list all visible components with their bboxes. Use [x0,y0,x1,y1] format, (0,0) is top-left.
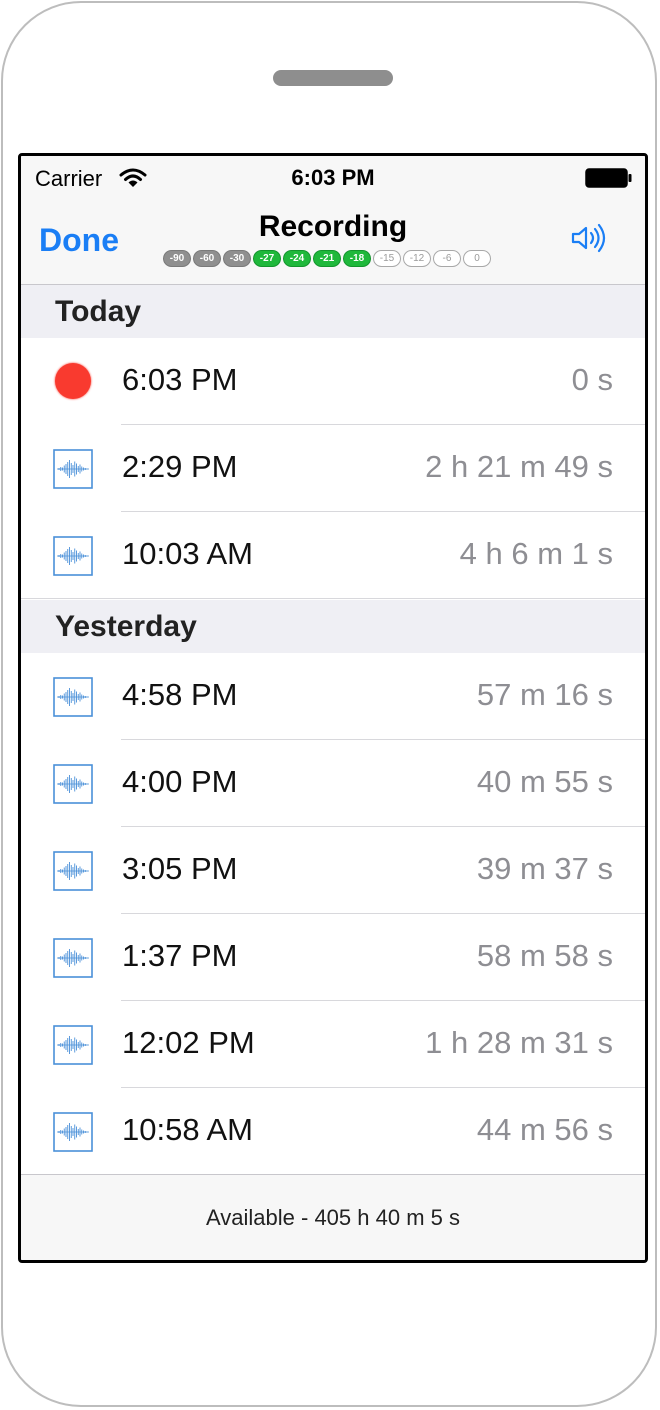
speaker-volume-icon[interactable] [569,222,609,254]
level-meter-segment: -15 [373,250,401,267]
waveform-icon [53,1025,93,1065]
earpiece-speaker [273,70,393,86]
available-storage-label: Available - 405 h 40 m 5 s [206,1205,460,1230]
recording-duration: 58 m 58 s [476,938,613,973]
storage-footer: Available - 405 h 40 m 5 s [21,1174,645,1260]
section-title: Today [55,295,142,328]
recording-time: 1:37 PM [122,938,238,973]
status-bar: Carrier 6:03 PM [21,156,645,200]
page-title: Recording [258,210,408,243]
recording-row[interactable]: 2:29 PM 2 h 21 m 49 s [21,425,645,512]
waveform-icon [53,536,93,576]
waveform-icon [53,938,93,978]
level-meter-segment: -30 [223,250,251,267]
recording-time: 6:03 PM [122,362,238,397]
recording-time: 3:05 PM [122,851,238,886]
recording-duration: 4 h 6 m 1 s [459,536,613,571]
recording-time: 2:29 PM [122,449,238,484]
recording-duration: 1 h 28 m 31 s [425,1025,613,1060]
recording-row[interactable]: 3:05 PM 39 m 37 s [21,827,645,914]
level-meter-segment: -60 [193,250,221,267]
recording-indicator-icon [55,363,91,399]
recording-duration: 57 m 16 s [476,677,613,712]
recording-row[interactable]: 6:03 PM 0 s [21,338,645,425]
level-meter-segment: -27 [253,250,281,267]
recording-duration: 0 s [571,362,613,397]
recording-duration: 40 m 55 s [476,764,613,799]
recording-row[interactable]: 1:37 PM 58 m 58 s [21,914,645,1001]
waveform-icon [53,1112,93,1152]
waveform-icon [53,449,93,489]
level-meter-segment: 0 [463,250,491,267]
recording-duration: 39 m 37 s [476,851,613,886]
level-meter-segment: -18 [343,250,371,267]
recording-time: 4:00 PM [122,764,238,799]
navigation-bar: Done Recording -90 -60 -30 -27 -24 -21 -18 -15-… [21,200,645,285]
level-meter-segment: -6 [433,250,461,267]
screen: Carrier 6:03 PM Done Recording -90 -60 -30… [18,153,648,1263]
section-title: Yesterday [55,610,197,643]
device-frame: Carrier 6:03 PM Done Recording -90 -60 -30… [1,1,657,1407]
level-meter-segment: -90 [163,250,191,267]
battery-icon [585,168,632,188]
recording-duration: 2 h 21 m 49 s [425,449,613,484]
audio-level-meter: -90 -60 -30 -27 -24 -21 -18 -15 -12 -6 0 [163,250,491,268]
recording-time: 10:58 AM [122,1112,253,1147]
waveform-icon [53,677,93,717]
waveform-icon [53,764,93,804]
level-meter-segment: -21 [313,250,341,267]
recording-row[interactable]: 10:03 AM 4 h 6 m 1 s [21,512,645,599]
status-time: 6:03 PM [291,165,375,190]
recording-duration: 44 m 56 s [476,1112,613,1147]
recording-time: 10:03 AM [122,536,253,571]
recording-time: 4:58 PM [122,677,238,712]
waveform-icon [53,851,93,891]
recording-row[interactable]: 10:58 AM 44 m 56 s [21,1088,645,1175]
level-meter-segment: -12 [403,250,431,267]
section-header-yesterday: Yesterday [21,600,645,653]
recording-row[interactable]: 4:58 PM 57 m 16 s [21,653,645,740]
recording-time: 12:02 PM [122,1025,255,1060]
recording-row[interactable]: 12:02 PM 1 h 28 m 31 s [21,1001,645,1088]
recording-row[interactable]: 4:00 PM 40 m 55 s [21,740,645,827]
section-header-today: Today [21,285,645,338]
level-meter-segment: -24 [283,250,311,267]
